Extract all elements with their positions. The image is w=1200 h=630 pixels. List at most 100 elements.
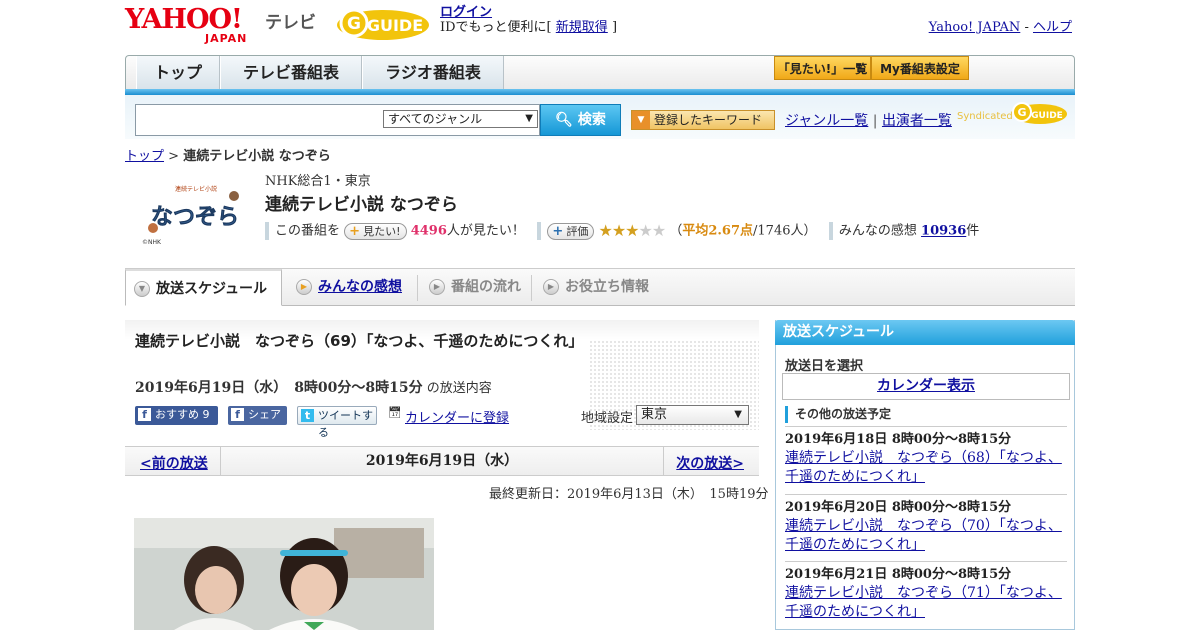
select-arrow-icon: ▼ <box>525 113 533 124</box>
stats-divider <box>265 222 269 240</box>
svg-text:なつぞら: なつぞら <box>151 205 239 230</box>
region-label: 地域設定 <box>581 411 634 426</box>
tab-program-flow[interactable]: ▶ 番組の流れ <box>421 269 531 306</box>
syndicated-label: Syndicated <box>957 111 1013 122</box>
twitter-bird-icon: t <box>301 409 314 422</box>
main-nav: トップ テレビ番組表 ラジオ番組表 「見たい!」一覧 My番組表設定 <box>125 55 1075 93</box>
service-name: テレビ <box>265 13 316 33</box>
impressions-count-link[interactable]: 10936 <box>921 224 966 239</box>
next-broadcast-link[interactable]: 次の放送> <box>676 453 744 473</box>
link-separator: - <box>1024 20 1029 35</box>
logo-text: YAHOO! <box>125 4 243 35</box>
login-prompt: IDでもっと便利に[ <box>440 20 552 35</box>
tab-schedule[interactable]: ▼ 放送スケジュール <box>125 269 282 306</box>
my-program-settings-button[interactable]: My番組表設定 <box>871 56 969 80</box>
tab-label: 放送スケジュール <box>156 281 268 297</box>
program-title: 連続テレビ小説 なつぞら <box>265 195 458 215</box>
mitai-list-button[interactable]: 「見たい!」一覧 <box>774 56 871 80</box>
stats-divider <box>828 222 833 240</box>
region-select[interactable]: 東京 ▼ <box>636 405 749 425</box>
calendar-register-link[interactable]: カレンダーに登録 <box>405 407 509 426</box>
login-link[interactable]: ログイン <box>440 5 492 20</box>
tab-divider <box>417 275 418 301</box>
tab-label: お役立ち情報 <box>565 279 649 295</box>
svg-text:GUIDE: GUIDE <box>367 16 423 35</box>
impressions-label: みんなの感想 <box>838 223 917 239</box>
genre-select[interactable]: すべてのジャンル ▼ <box>383 110 538 128</box>
other-schedule-link[interactable]: 連続テレビ小説 なつぞら（68）「なつよ、千遥のためにつくれ」 <box>785 449 1067 487</box>
facebook-recommend-button[interactable]: f おすすめ 9 <box>135 406 218 425</box>
calendar-display-button[interactable]: カレンダー表示 <box>782 373 1070 400</box>
program-stats: この番組を + 見たい! 4496人が見たい！ + 評価 ★★★★★ （平均2.67… <box>265 221 979 241</box>
plus-icon: + <box>552 223 564 239</box>
rating-stars: ★★★★★ <box>598 221 666 240</box>
login-suffix: ] <box>611 20 618 35</box>
episode-date-suffix: の放送内容 <box>422 381 492 396</box>
mitai-button-label: 見たい! <box>363 224 401 238</box>
episode-date-value: 2019年6月19日（水） 8時00分～8時15分 <box>135 380 423 396</box>
other-schedule-link[interactable]: 連続テレビ小説 なつぞら（70）「なつよ、千遥のためにつくれ」 <box>785 517 1067 555</box>
svg-text:GUIDE: GUIDE <box>1031 111 1063 121</box>
breadcrumb-separator: > <box>164 149 184 164</box>
tweet-label: ツイートする <box>318 409 373 439</box>
program-channel: NHK総合1・東京 <box>265 174 371 189</box>
this-program-label: この番組を <box>275 223 341 239</box>
current-broadcast-date: 2019年6月19日（水） <box>220 447 664 476</box>
region-select-value: 東京 <box>641 407 668 422</box>
chevron-down-icon: ▼ <box>134 281 150 297</box>
dropdown-triangle-icon: ▼ <box>632 111 650 129</box>
impressions-suffix: 件 <box>966 223 980 239</box>
other-schedule-link[interactable]: 連続テレビ小説 なつぞら（71）「なつよ、千遥のためにつくれ」 <box>785 584 1067 622</box>
avg-prefix: （ <box>669 223 683 239</box>
breadcrumb-top-link[interactable]: トップ <box>125 149 164 164</box>
mitai-count: 4496 <box>410 223 447 239</box>
plus-icon: + <box>349 223 361 239</box>
rate-button[interactable]: + 評価 <box>547 222 595 240</box>
svg-text:©NHK: ©NHK <box>142 239 162 246</box>
top-links: Yahoo! JAPAN - ヘルプ <box>929 16 1072 35</box>
calendar-icon: 📅︎ <box>388 406 402 419</box>
episode-photo <box>134 518 434 630</box>
facebook-icon: f <box>138 408 151 421</box>
nav-tab-top[interactable]: トップ <box>136 56 220 90</box>
mitai-button[interactable]: + 見たい! <box>344 222 407 240</box>
chevron-right-icon: ▶ <box>429 279 445 295</box>
search-links: ジャンル一覧 | 出演者一覧 <box>785 110 952 130</box>
tab-label: みんなの感想 <box>318 279 402 295</box>
tab-divider <box>531 275 532 301</box>
tab-impressions[interactable]: ▶ みんなの感想 <box>288 269 413 306</box>
gguide-small-logo: G GUIDE <box>1012 102 1067 124</box>
rate-button-label: 評価 <box>566 224 589 238</box>
prev-broadcast-link[interactable]: <前の放送 <box>140 453 208 473</box>
search-icon: 🔍︎ <box>555 112 573 128</box>
genre-select-value: すべてのジャンル <box>388 112 483 126</box>
chevron-right-icon: ▶ <box>296 279 312 295</box>
other-schedule-item: 2019年6月18日 8時00分～8時15分 連続テレビ小説 なつぞら（68）「… <box>785 426 1067 487</box>
tweet-button[interactable]: t ツイートする <box>297 406 377 439</box>
performer-list-link[interactable]: 出演者一覧 <box>882 113 952 129</box>
login-box: ログイン IDでもっと便利に[ 新規取得 ] <box>440 5 617 35</box>
half-star-icon: ★ <box>625 221 639 240</box>
search-button-label: 検索 <box>577 112 606 128</box>
avg-rating: 平均2.67点 <box>682 223 754 239</box>
help-link[interactable]: ヘルプ <box>1033 20 1072 35</box>
facebook-share-button[interactable]: f シェア <box>228 406 287 425</box>
nav-tab-radio-schedule[interactable]: ラジオ番組表 <box>362 56 504 90</box>
signup-link[interactable]: 新規取得 <box>556 20 608 35</box>
search-button[interactable]: 🔍︎ 検索 <box>540 104 621 136</box>
link-separator: | <box>872 113 878 129</box>
avg-suffix: /1746人） <box>753 223 817 239</box>
nav-tab-tv-schedule[interactable]: テレビ番組表 <box>220 56 362 90</box>
genre-list-link[interactable]: ジャンル一覧 <box>785 113 868 129</box>
tab-useful-info[interactable]: ▶ お役立ち情報 <box>535 269 665 306</box>
other-schedule-date: 2019年6月21日 8時00分～8時15分 <box>785 567 1012 582</box>
svg-text:G: G <box>347 14 361 34</box>
yahoo-japan-logo[interactable]: YAHOO! JAPAN <box>125 4 265 46</box>
episode-date: 2019年6月19日（水） 8時00分～8時15分 の放送内容 <box>135 377 492 397</box>
episode-title: 連続テレビ小説 なつぞら（69）「なつよ、千遥のためにつくれ」 <box>135 332 584 350</box>
gguide-logo: G GUIDE <box>337 8 429 40</box>
facebook-icon: f <box>231 408 244 421</box>
registered-keyword-button[interactable]: ▼ 登録したキーワード <box>631 110 775 130</box>
yahoo-japan-link[interactable]: Yahoo! JAPAN <box>929 20 1021 35</box>
recommend-label: おすすめ 9 <box>155 408 210 421</box>
